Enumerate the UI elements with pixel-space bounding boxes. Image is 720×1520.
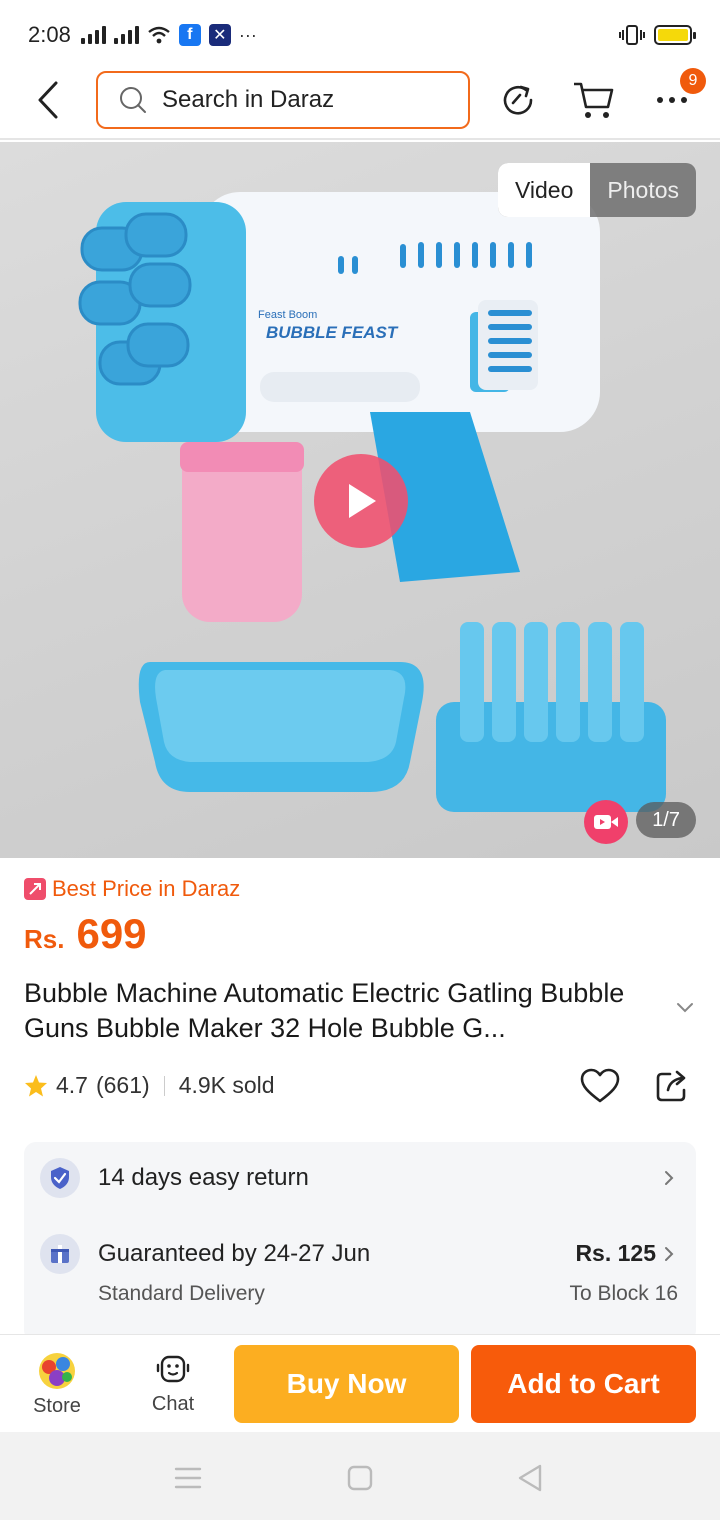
delivery-type: Standard Delivery <box>98 1282 265 1305</box>
wishlist-button[interactable] <box>578 1064 622 1108</box>
product-title[interactable]: Bubble Machine Automatic Electric Gatlin… <box>24 976 664 1046</box>
rating-row[interactable]: 4.7 (661) 4.9K sold <box>24 1072 275 1099</box>
back-icon <box>38 81 58 119</box>
tab-photos[interactable]: Photos <box>590 163 696 217</box>
battery-icon <box>654 25 696 45</box>
price-currency: Rs. <box>24 924 65 954</box>
box-title: BUBBLE FEAST <box>266 323 399 342</box>
image-counter: 1/7 <box>636 802 696 838</box>
system-back-button[interactable] <box>512 1460 548 1496</box>
recent-apps-button[interactable] <box>170 1460 206 1496</box>
back-button[interactable] <box>0 61 96 139</box>
store-label: Store <box>33 1394 81 1417</box>
chat-button[interactable]: Chat <box>128 1335 218 1433</box>
search-placeholder: Search in Daraz <box>162 86 335 113</box>
status-bar: 2:08 f ✕ ··· <box>0 0 720 70</box>
video-indicator[interactable] <box>584 800 628 844</box>
delivery-location: To Block 16 <box>569 1282 678 1305</box>
chevron-right-icon <box>665 1171 674 1185</box>
chevron-right-icon <box>665 1247 674 1261</box>
signal-icon <box>80 26 106 44</box>
shield-icon <box>40 1158 80 1198</box>
top-header: Search in Daraz 9 <box>0 62 720 140</box>
back-triangle-icon <box>518 1464 542 1492</box>
status-time: 2:08 <box>28 22 71 47</box>
more-notifications-icon: ··· <box>238 24 257 45</box>
vibrate-icon <box>619 25 645 45</box>
menu-icon <box>174 1467 202 1489</box>
sold-count: 4.9K sold <box>178 1072 275 1098</box>
chat-icon <box>156 1355 190 1382</box>
buy-now-button[interactable]: Buy Now <box>234 1345 459 1423</box>
media-tabs: Video Photos <box>497 163 696 217</box>
signal-icon-2 <box>113 26 139 44</box>
delivery-date: Guaranteed by 24-27 Jun <box>98 1240 371 1267</box>
rating-divider <box>163 1075 165 1096</box>
share-button[interactable] <box>650 1064 694 1108</box>
home-button[interactable] <box>342 1460 378 1496</box>
store-logo-icon <box>39 1352 75 1389</box>
product-price: Rs. 699 <box>24 910 147 958</box>
price-value: 699 <box>76 910 147 957</box>
history-icon <box>503 85 533 115</box>
return-policy-row[interactable]: 14 days easy return <box>24 1158 696 1198</box>
cart-icon <box>574 82 614 118</box>
facebook-icon: f <box>178 24 201 46</box>
service-card: 14 days easy return Guaranteed by 24-27 … <box>24 1142 696 1342</box>
more-icon <box>657 97 687 103</box>
system-navigation-bar <box>0 1432 720 1520</box>
delivery-box-icon <box>40 1234 80 1274</box>
delivery-row[interactable]: Guaranteed by 24-27 Jun Standard Deliver… <box>24 1234 696 1314</box>
status-icons: f ✕ ··· <box>80 24 257 46</box>
box-subtitle: Feast Boom <box>258 309 317 321</box>
return-policy-text: 14 days easy return <box>98 1164 309 1191</box>
search-bar[interactable]: Search in Daraz <box>96 71 470 129</box>
cart-button[interactable] <box>566 72 622 128</box>
history-button[interactable] <box>490 72 546 128</box>
wifi-icon <box>148 26 170 44</box>
price-tag-icon <box>24 878 46 900</box>
play-button[interactable] <box>314 454 408 548</box>
store-button[interactable]: Store <box>12 1335 102 1433</box>
expand-title-icon[interactable] <box>674 1000 696 1014</box>
heart-icon <box>580 1068 620 1103</box>
more-menu-button[interactable]: 9 <box>644 68 706 128</box>
star-icon <box>25 1074 47 1096</box>
best-price-text: Best Price in Daraz <box>52 876 241 901</box>
product-gallery[interactable]: Feast Boom BUBBLE FEAST Video Photos 1/7 <box>0 142 720 858</box>
tab-video[interactable]: Video <box>497 163 591 217</box>
bottom-action-bar: Store Chat Buy Now Add to Cart <box>0 1334 720 1432</box>
notification-badge: 9 <box>680 68 706 94</box>
delivery-fee: Rs. 125 <box>575 1240 656 1266</box>
play-icon <box>349 484 376 518</box>
add-to-cart-button[interactable]: Add to Cart <box>471 1345 696 1423</box>
share-icon <box>656 1070 686 1102</box>
review-count: (661) <box>95 1072 150 1098</box>
status-right <box>618 24 696 46</box>
chat-label: Chat <box>151 1392 195 1415</box>
search-icon <box>120 87 146 113</box>
rating-value: 4.7 <box>56 1072 88 1098</box>
video-camera-icon <box>594 815 618 829</box>
app-notification-icon: ✕ <box>208 24 231 46</box>
best-price-tag: Best Price in Daraz <box>24 876 240 902</box>
home-square-icon <box>347 1465 373 1491</box>
